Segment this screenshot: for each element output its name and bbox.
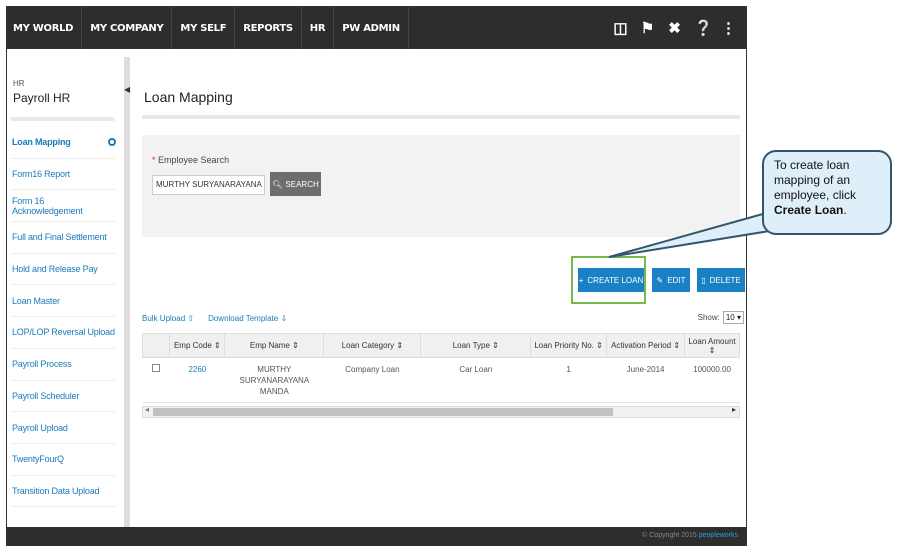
callout-end-text: . bbox=[843, 203, 847, 217]
callout-pointer bbox=[608, 210, 791, 258]
callout-line: mapping of an bbox=[774, 173, 851, 187]
callout-line: Create Loan. bbox=[774, 203, 880, 218]
callout-line: employee, click bbox=[774, 188, 857, 202]
callout-bold-text: Create Loan bbox=[774, 203, 844, 217]
instruction-callout: To create loan mapping of an employee, c… bbox=[762, 150, 892, 235]
callout-line: To create loan bbox=[774, 158, 850, 172]
